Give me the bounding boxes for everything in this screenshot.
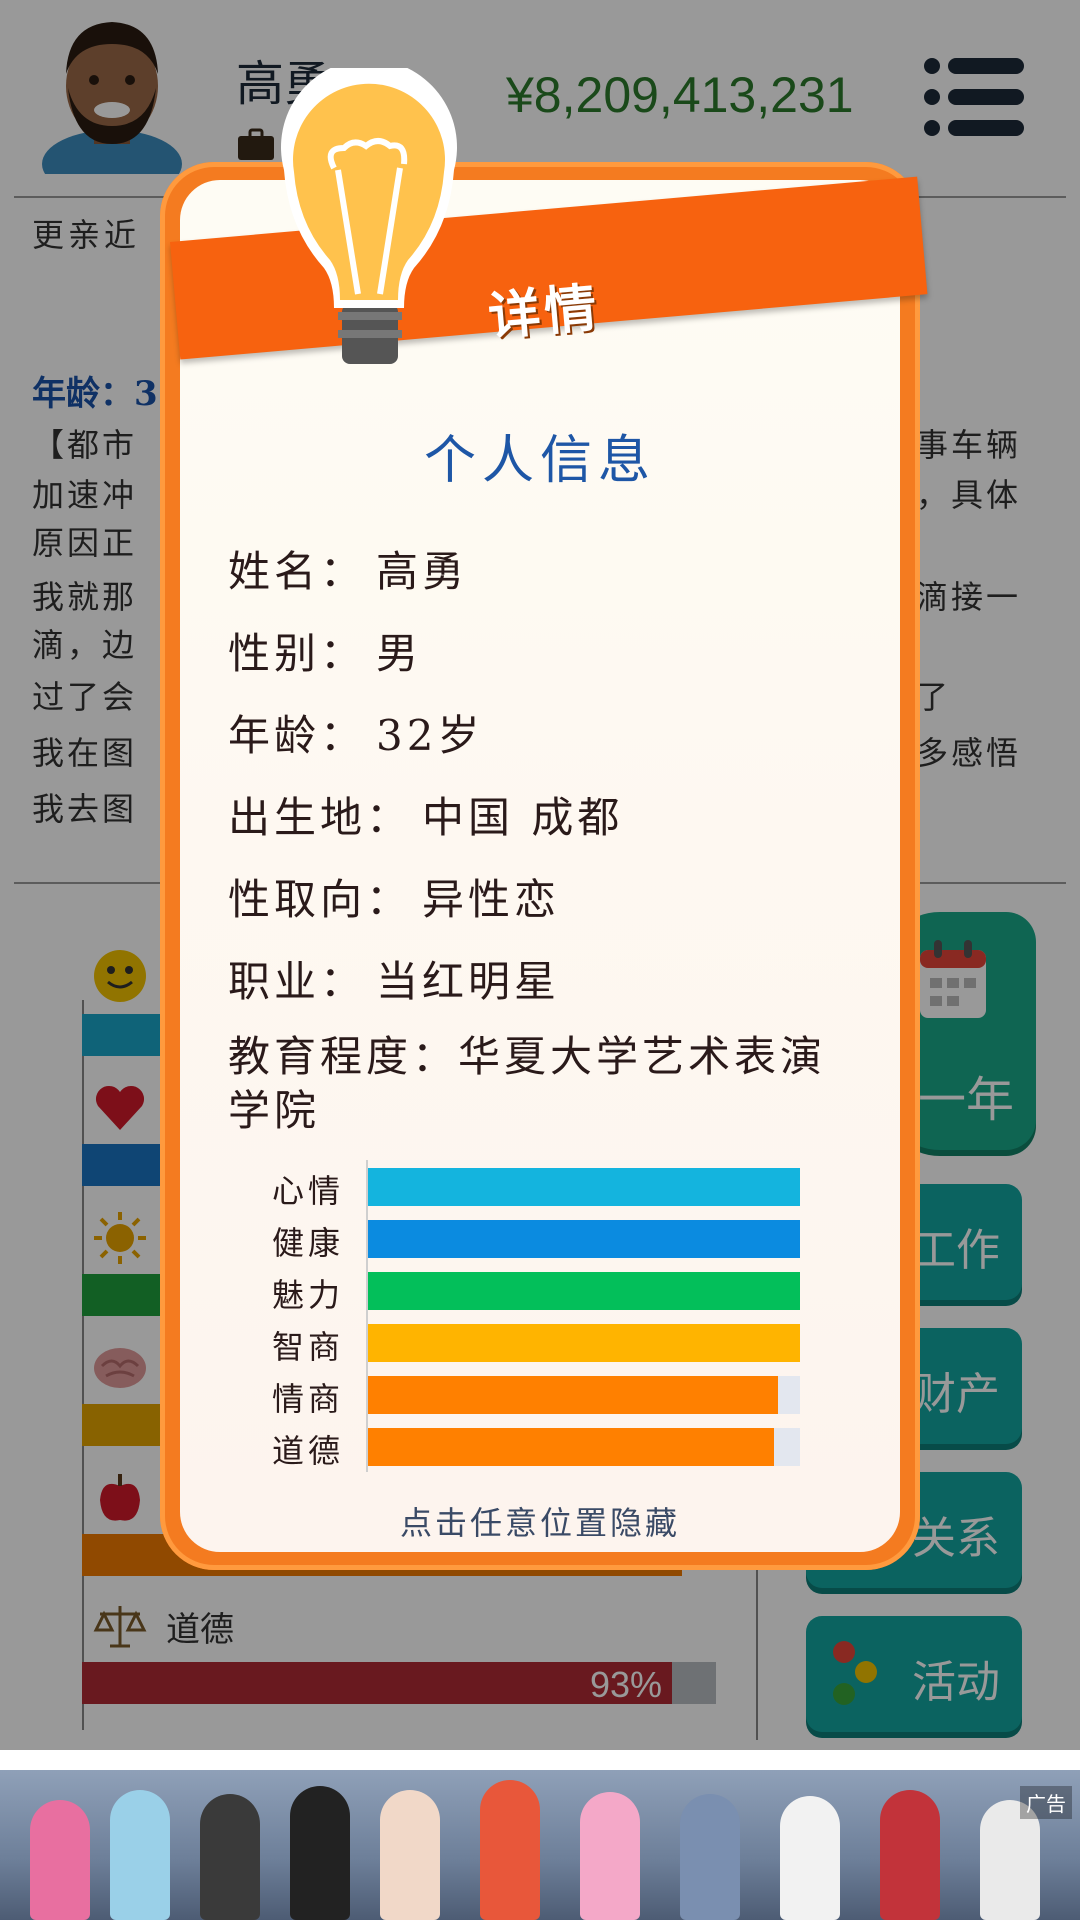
attr-track-mood	[368, 1168, 800, 1206]
attr-track-charm	[368, 1272, 800, 1310]
info-orientation: 性取向： 异性恋	[228, 866, 560, 927]
attr-fill-health	[368, 1220, 800, 1258]
birthplace-value: 中国 成都	[422, 793, 624, 842]
attr-label-health: 健康	[272, 1224, 345, 1262]
attr-fill-charm	[368, 1272, 800, 1310]
attr-label-eq: 情商	[272, 1380, 345, 1418]
attr-track-morality	[368, 1428, 800, 1466]
attr-fill-mood	[368, 1168, 800, 1206]
job-label: 职业：	[228, 957, 367, 1006]
attr-fill-eq	[368, 1376, 779, 1414]
modal-banner-title: 详情	[485, 277, 603, 348]
attr-track-iq	[368, 1324, 800, 1362]
attr-track-health	[368, 1220, 800, 1258]
modal-title: 个人信息	[423, 431, 656, 491]
orientation-label: 性取向：	[228, 875, 413, 924]
info-name: 姓名： 高勇	[228, 538, 468, 599]
info-gender: 性别：男	[228, 620, 422, 681]
ad-label: 广告	[1020, 1786, 1072, 1819]
lightbulb-icon	[281, 68, 457, 364]
dismiss-hint[interactable]: 点击任意位置隐藏	[0, 1498, 1080, 1544]
info-job: 职业： 当红明星	[228, 948, 560, 1009]
attr-fill-morality	[368, 1428, 775, 1466]
ad-banner[interactable]: 广告	[0, 1770, 1080, 1920]
gender-label: 性别：	[228, 629, 367, 678]
birthplace-label: 出生地：	[228, 793, 413, 842]
name-value: 高勇	[376, 547, 469, 596]
orientation-value: 异性恋	[422, 875, 561, 924]
attr-fill-iq	[368, 1324, 800, 1362]
info-education: 教育程度：华夏大学艺术表演学院	[228, 1030, 868, 1138]
name-label: 姓名：	[228, 547, 367, 596]
attr-label-iq: 智商	[272, 1328, 345, 1366]
info-birthplace: 出生地： 中国 成都	[228, 784, 623, 845]
attributes-axis	[366, 1160, 368, 1472]
attr-label-charm: 魅力	[272, 1276, 345, 1314]
attr-label-morality: 道德	[272, 1432, 345, 1470]
attr-label-mood: 心情	[272, 1172, 345, 1210]
attr-track-eq	[368, 1376, 800, 1414]
education-label: 教育程度：	[228, 1032, 459, 1081]
job-value: 当红明星	[376, 957, 561, 1006]
gender-value: 男	[376, 629, 423, 678]
age-label: 年龄：	[228, 711, 367, 760]
age-value: 32岁	[376, 711, 484, 760]
info-age: 年龄： 32岁	[228, 702, 483, 763]
